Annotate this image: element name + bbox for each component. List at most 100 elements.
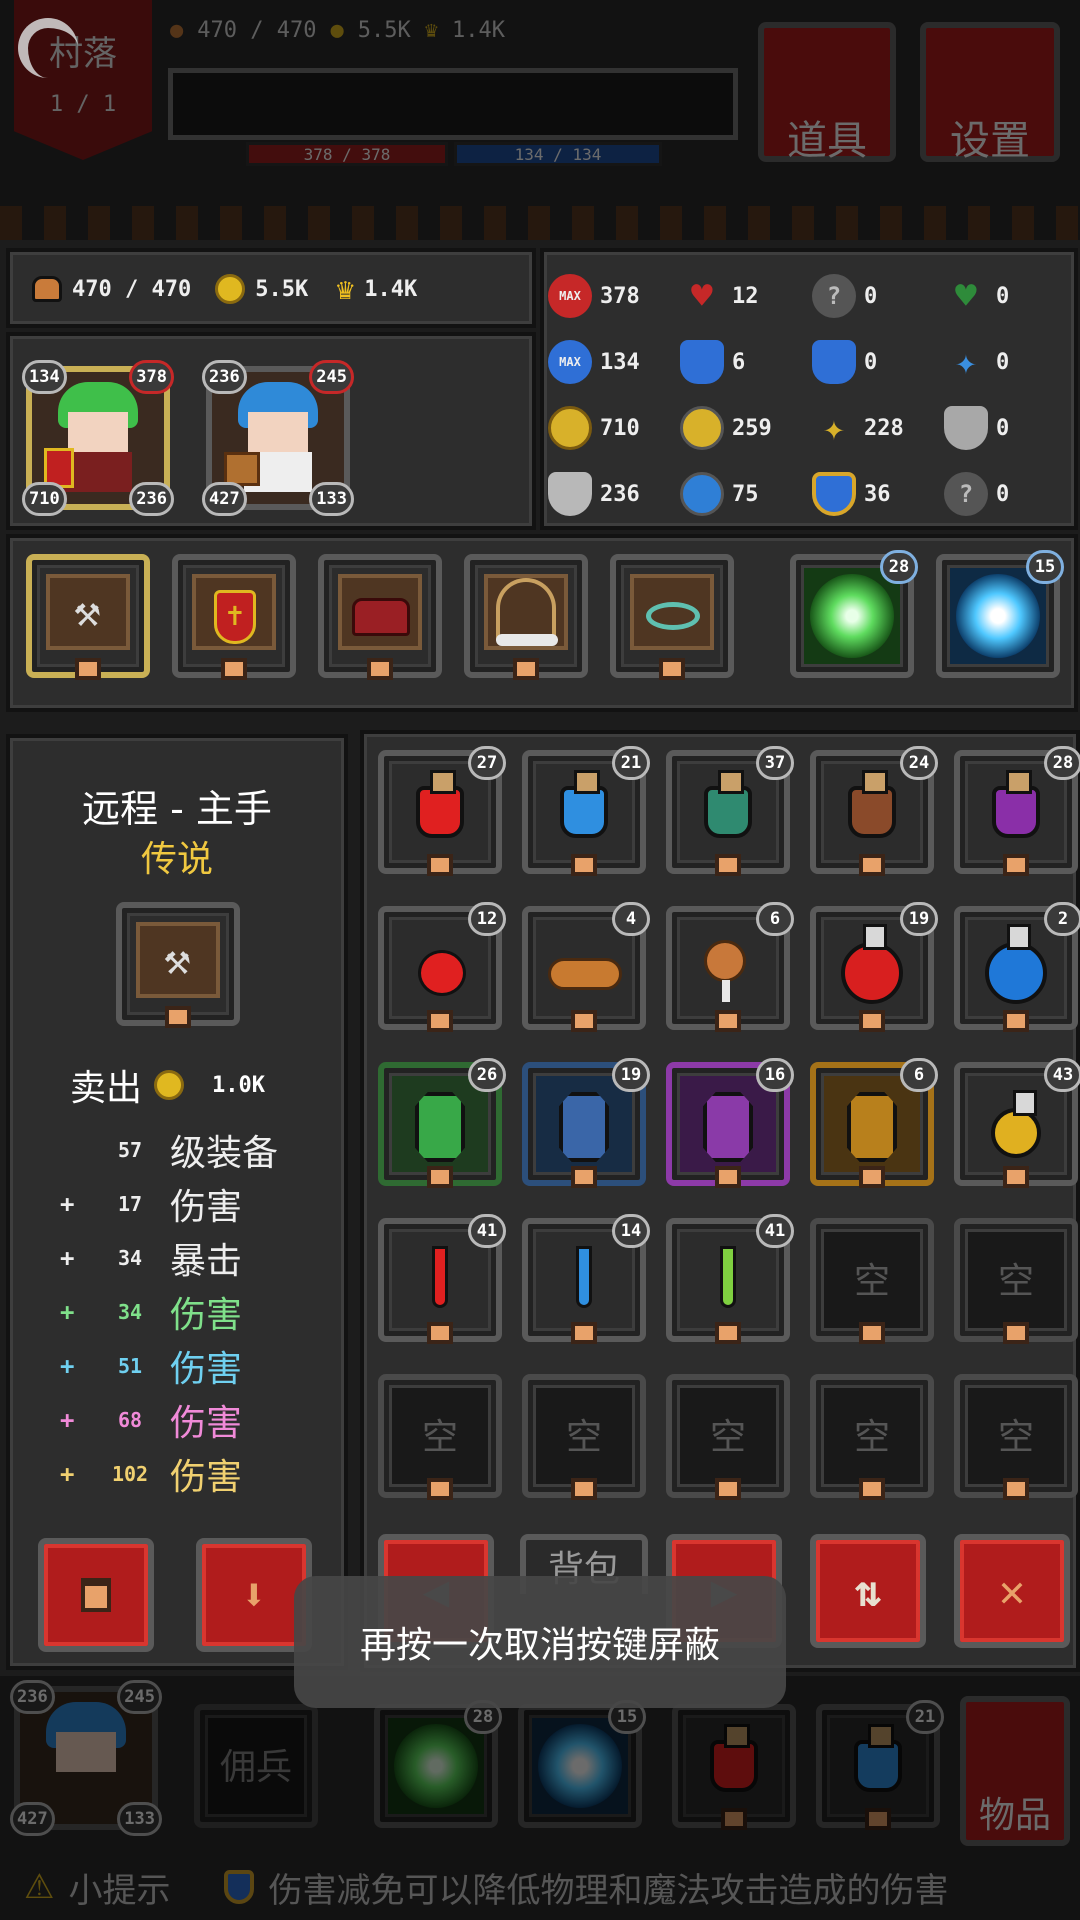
item-count: 37: [756, 746, 794, 780]
attr-value: 34: [117, 1246, 143, 1270]
purple-gem-icon: [703, 1092, 753, 1162]
green-vortex-icon: [810, 574, 894, 658]
settings-top-button[interactable]: 设置: [920, 22, 1060, 164]
equip-slot-amulet[interactable]: [464, 554, 588, 680]
inventory-slot[interactable]: 19: [810, 902, 938, 1032]
stat-value: 0: [864, 349, 878, 375]
inventory-slot[interactable]: 43: [954, 1058, 1080, 1188]
inventory-slot[interactable]: 41: [378, 1214, 506, 1344]
inventory-slot-empty[interactable]: 空: [954, 1218, 1078, 1344]
settings-top-label: 设置: [950, 118, 1030, 164]
lock-icon: [571, 854, 597, 876]
inventory-slot[interactable]: 6: [666, 902, 794, 1032]
bottom-bar: 236 245 427 133 佣兵 28 15 21 物品 ⚠ 小提示 伤害减…: [0, 1676, 1080, 1920]
inventory-slot[interactable]: 37: [666, 746, 794, 876]
bottom-skill-blue[interactable]: 15: [518, 1700, 646, 1828]
skill-slot-green[interactable]: 28: [790, 550, 918, 678]
axe-icon: ⚒: [164, 934, 191, 985]
inventory-slot[interactable]: 16: [666, 1058, 794, 1188]
lock-icon: [1003, 1478, 1029, 1500]
equip-slot-weapon[interactable]: ⚒: [26, 554, 150, 680]
attr-prefix: +: [60, 1460, 75, 1488]
inventory-slot-empty[interactable]: 空: [954, 1374, 1078, 1500]
lock-icon: [75, 658, 101, 680]
inventory-slot[interactable]: 12: [378, 902, 506, 1032]
inventory-slot[interactable]: 27: [378, 746, 506, 876]
mercenary-slot[interactable]: 佣兵: [194, 1704, 318, 1828]
hero-card-green-knight[interactable]: 134 378 710 236: [22, 360, 174, 516]
skill-level-badge: 15: [1026, 550, 1064, 584]
crown-value: 1.4K: [364, 276, 418, 302]
equip-slot-ring[interactable]: [610, 554, 734, 680]
gold-value: 5.5K: [255, 276, 309, 302]
stat-value: 710: [600, 415, 640, 441]
inventory-slot[interactable]: 28: [954, 746, 1080, 876]
inventory-slot[interactable]: 21: [522, 746, 650, 876]
sort-button[interactable]: ⇅: [810, 1534, 926, 1648]
green-heart-icon: ♥: [955, 275, 977, 317]
red-potion-icon: [416, 770, 464, 838]
empty-label: 空: [853, 1261, 890, 1302]
discard-button[interactable]: [38, 1538, 154, 1652]
gold-star-icon: ✦: [823, 407, 845, 449]
inventory-slot[interactable]: 19: [522, 1058, 650, 1188]
teal-ring-icon: [646, 602, 700, 630]
item-count: 6: [900, 1058, 938, 1092]
bottom-skill-green[interactable]: 28: [374, 1700, 502, 1828]
item-title: 远程 - 主手: [82, 787, 272, 831]
items-bottom-label: 物品: [978, 1795, 1051, 1836]
spike-border: [0, 206, 1080, 240]
trash-icon: [81, 1578, 111, 1612]
mercenary-label: 佣兵: [219, 1747, 292, 1788]
stat-resist: 36: [812, 470, 891, 518]
mana-regen-icon: [812, 340, 856, 384]
inventory-slot-empty[interactable]: 空: [810, 1374, 934, 1500]
stat-value: 0: [996, 283, 1010, 309]
inventory-slot[interactable]: 4: [522, 902, 650, 1032]
back-arc-icon[interactable]: [18, 18, 78, 78]
inventory-slot[interactable]: 6: [810, 1058, 938, 1188]
sell-row[interactable]: 卖出 1.0K: [70, 1060, 265, 1110]
inventory-slot[interactable]: 24: [810, 746, 938, 876]
inventory-slot[interactable]: 41: [666, 1214, 794, 1344]
inventory-slot[interactable]: 14: [522, 1214, 650, 1344]
hero-badge: 427: [10, 1802, 55, 1836]
lock-icon: [715, 1322, 741, 1344]
item-count: 4: [612, 902, 650, 936]
attr-label: 级装备: [170, 1133, 279, 1174]
attr-damage-gold: +102 伤害: [60, 1448, 242, 1500]
apple-icon: [418, 950, 466, 996]
inventory-slot-empty[interactable]: 空: [666, 1374, 790, 1500]
stat-gold-star: ✦ 228: [812, 404, 904, 452]
attr-value: 34: [117, 1300, 143, 1324]
item-count: 24: [900, 746, 938, 780]
inventory-slot[interactable]: 2: [954, 902, 1080, 1032]
resource-row: 470 / 470 5.5K ♛ 1.4K: [32, 268, 417, 310]
equip-slot-armor[interactable]: [318, 554, 442, 680]
inventory-slot-empty[interactable]: 空: [810, 1218, 934, 1344]
inventory-slot[interactable]: 26: [378, 1058, 506, 1188]
tip-text: 伤害减免可以降低物理和魔法攻击造成的伤害: [268, 1870, 949, 1911]
stat-value: 6: [732, 349, 746, 375]
attr-label: 伤害: [170, 1349, 243, 1390]
lock-icon: [427, 1166, 453, 1188]
blue-gem-icon: [559, 1092, 609, 1162]
inventory-slot-empty[interactable]: 空: [378, 1374, 502, 1500]
bone-amulet-icon: [496, 578, 556, 640]
items-top-button[interactable]: 道具: [758, 22, 896, 164]
food-icon: [32, 276, 62, 302]
bottom-potion-blue[interactable]: 21: [816, 1700, 944, 1830]
inventory-slot-empty[interactable]: 空: [522, 1374, 646, 1500]
close-button[interactable]: ✕: [954, 1534, 1070, 1648]
item-count: 14: [612, 1214, 650, 1248]
hero-mp-badge: 236: [202, 360, 247, 394]
bottom-hero-card[interactable]: 236 245 427 133: [10, 1680, 162, 1836]
warning-icon: ⚠: [24, 1867, 55, 1907]
items-bottom-button[interactable]: 物品: [960, 1696, 1070, 1846]
attr-crit: +34 暴击: [60, 1232, 242, 1284]
equip-slot-offhand[interactable]: ✝: [172, 554, 296, 680]
skill-slot-blue[interactable]: 15: [936, 550, 1064, 678]
hero-card-blue-maid[interactable]: 236 245 427 133: [202, 360, 354, 516]
bottom-potion-red[interactable]: [672, 1704, 796, 1830]
food-icon: ●: [170, 17, 184, 43]
